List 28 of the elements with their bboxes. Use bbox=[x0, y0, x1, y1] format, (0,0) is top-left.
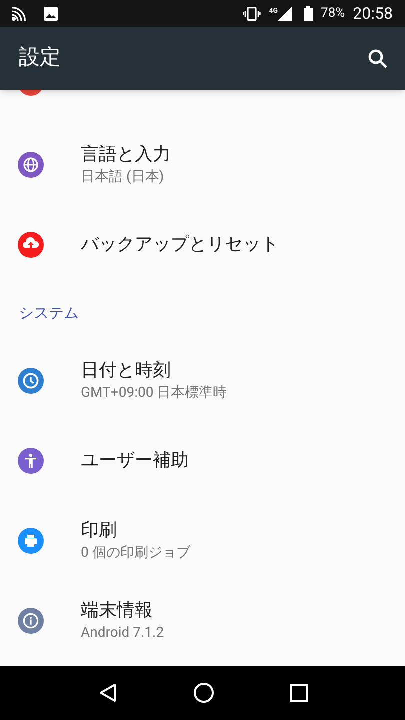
battery-icon bbox=[304, 6, 314, 21]
item-subtitle: 0 個の印刷ジョブ bbox=[81, 544, 190, 563]
settings-item[interactable]: 言語と入力 日本語 (日本) bbox=[0, 125, 405, 205]
battery-percent: 78% bbox=[321, 4, 346, 23]
settings-item[interactable]: バックアップとリセット bbox=[0, 205, 405, 285]
search-icon[interactable] bbox=[367, 48, 389, 70]
item-title: ユーザー補助 bbox=[81, 449, 189, 473]
settings-item[interactable]: 日付と時刻 GMT+09:00 日本標準時 bbox=[0, 341, 405, 421]
recents-icon[interactable] bbox=[290, 684, 308, 702]
settings-item[interactable]: ユーザー補助 bbox=[0, 421, 405, 501]
item-title: バックアップとリセット bbox=[81, 233, 279, 257]
settings-item[interactable]: 印刷 0 個の印刷ジョブ bbox=[0, 501, 405, 581]
item-subtitle: GMT+09:00 日本標準時 bbox=[81, 384, 228, 403]
item-title: 端末情報 bbox=[81, 599, 154, 623]
image-icon bbox=[44, 6, 58, 20]
settings-item[interactable]: 端末情報 Android 7.1.2 bbox=[0, 581, 405, 661]
signal-icon bbox=[278, 6, 292, 20]
app-title: 設定 bbox=[19, 44, 62, 72]
item-title: 日付と時刻 bbox=[81, 359, 172, 383]
item-subtitle: Android 7.1.2 bbox=[81, 624, 164, 643]
item-title: 印刷 bbox=[81, 519, 118, 543]
clock: 20:58 bbox=[353, 2, 393, 24]
home-icon[interactable] bbox=[192, 682, 214, 704]
section-header: システム bbox=[19, 302, 79, 324]
back-icon[interactable] bbox=[98, 683, 118, 703]
item-title: 言語と入力 bbox=[81, 143, 171, 167]
vibrate-icon bbox=[243, 6, 262, 20]
item-subtitle: 日本語 (日本) bbox=[81, 168, 166, 187]
